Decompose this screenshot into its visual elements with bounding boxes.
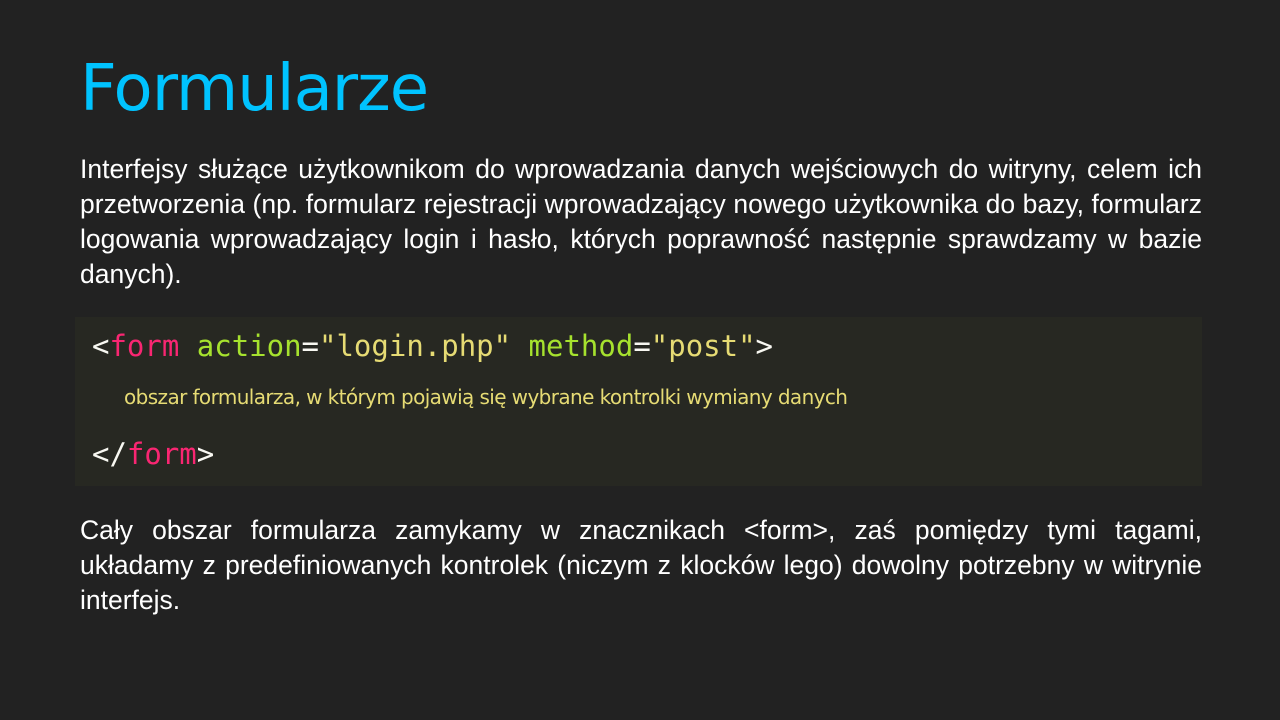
- attr-method-value: "post": [650, 329, 756, 363]
- slide-title: Formularze: [80, 52, 429, 126]
- bracket: >: [755, 329, 774, 363]
- code-block: <form action="login.php" method="post"> …: [75, 317, 1202, 486]
- outro-paragraph: Cały obszar formularza zamykamy w znaczn…: [80, 515, 1202, 615]
- tag-name: form: [109, 329, 180, 363]
- equals: =: [633, 329, 651, 363]
- attr-action: action: [196, 329, 302, 363]
- code-line-open-tag: <form action="login.php" method="post">: [92, 329, 773, 363]
- bracket: <: [92, 329, 110, 363]
- intro-paragraph: Interfejsy służące użytkownikom do wprow…: [80, 154, 1202, 289]
- code-comment: obszar formularza, w którym pojawią się …: [124, 385, 848, 409]
- bracket: >: [196, 437, 215, 471]
- attr-method: method: [528, 329, 634, 363]
- code-line-close-tag: </form>: [92, 437, 214, 471]
- equals: =: [301, 329, 320, 363]
- tag-name: form: [126, 437, 197, 471]
- bracket: </: [92, 437, 127, 471]
- attr-action-value: "login.php": [319, 329, 512, 363]
